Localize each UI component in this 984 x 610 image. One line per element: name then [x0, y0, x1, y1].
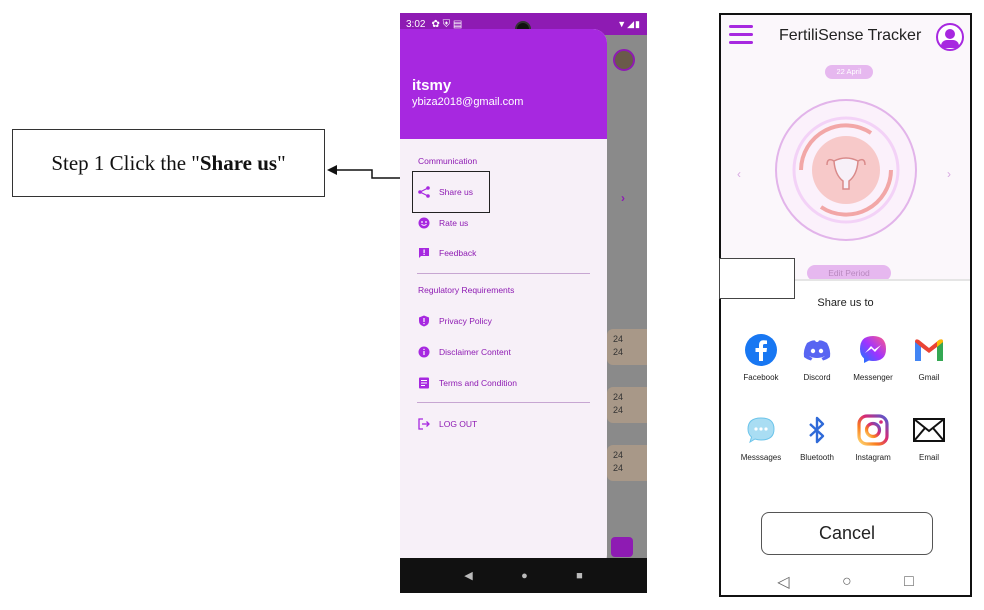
share-email[interactable]: Email — [901, 413, 957, 462]
user-email: ybiza2018@gmail.com — [412, 96, 524, 108]
menu-logout[interactable]: LOG OUT — [418, 418, 477, 430]
info-icon — [418, 346, 430, 358]
menu-privacy-policy[interactable]: Privacy Policy — [418, 315, 492, 327]
android-nav-bar: ◁ ○ □ — [721, 568, 970, 595]
bluetooth-icon — [800, 413, 834, 447]
callout-suffix: " — [277, 150, 286, 175]
home-icon[interactable]: ● — [521, 570, 528, 582]
phone-screen-drawer: › 24 24 24 24 24 24 3:02 ✿ ⛨ ▤ ▼◢▮ itsmy… — [400, 13, 647, 593]
share-label: Messsages — [740, 453, 782, 462]
cancel-button[interactable]: Cancel — [761, 512, 933, 555]
menu-label: Rate us — [439, 218, 469, 228]
share-sheet: Share us to Facebook Discord Messenger G… — [721, 279, 970, 595]
arrow-right-icon[interactable]: › — [947, 167, 951, 181]
instruction-callout: Step 1 Click the " Share us " — [12, 129, 325, 197]
menu-rate-us[interactable]: Rate us — [418, 217, 468, 229]
document-icon — [418, 377, 430, 389]
instagram-icon — [856, 413, 890, 447]
back-icon[interactable]: ◀ — [464, 569, 472, 582]
share-label: Email — [918, 453, 939, 462]
messages-icon — [744, 413, 778, 447]
share-label: Messenger — [853, 373, 893, 382]
home-icon[interactable]: ○ — [842, 573, 852, 591]
android-nav-bar: ◀ ● ■ — [400, 558, 647, 593]
share-instagram[interactable]: Instagram — [845, 413, 901, 462]
status-time: 3:02 — [406, 18, 426, 30]
app-title: FertiliSense Tracker — [779, 27, 922, 44]
gmail-icon — [912, 333, 946, 367]
menu-label: LOG OUT — [439, 419, 478, 429]
status-icons: ✿ ⛨ ▤ — [431, 18, 463, 30]
share-messages[interactable]: Messsages — [733, 413, 789, 462]
drawer-header: itsmy ybiza2018@gmail.com — [400, 29, 607, 139]
section-communication: Communication — [418, 156, 478, 166]
shield-icon — [418, 315, 430, 327]
share-label: Facebook — [743, 373, 779, 382]
menu-disclaimer[interactable]: Disclaimer Content — [418, 346, 511, 358]
share-label: Bluetooth — [800, 453, 834, 462]
menu-terms[interactable]: Terms and Condition — [418, 377, 517, 389]
profile-icon[interactable] — [936, 23, 964, 51]
smile-icon — [418, 217, 430, 229]
facebook-icon — [744, 333, 778, 367]
blank-box — [719, 258, 795, 299]
date-pill: 22 April — [825, 65, 873, 79]
share-gmail[interactable]: Gmail — [901, 333, 957, 382]
share-label: Instagram — [855, 453, 891, 462]
background-card: 24 24 — [607, 445, 647, 481]
share-discord[interactable]: Discord — [789, 333, 845, 382]
logout-icon — [418, 418, 430, 430]
menu-icon[interactable] — [729, 25, 753, 45]
recents-icon[interactable]: ■ — [576, 570, 583, 582]
phone-screen-share-sheet: FertiliSense Tracker 22 April ‹ › Edit P… — [719, 13, 972, 597]
app-header: FertiliSense Tracker — [721, 15, 970, 59]
share-label: Gmail — [918, 373, 940, 382]
menu-label: Feedback — [439, 248, 477, 258]
divider — [417, 402, 590, 403]
recents-icon[interactable]: □ — [904, 573, 914, 591]
background-card: 24 24 — [607, 329, 647, 365]
arrow-left-icon[interactable]: ‹ — [737, 167, 741, 181]
back-icon[interactable]: ◁ — [777, 572, 789, 592]
messenger-icon — [856, 333, 890, 367]
callout-bold: Share us — [199, 150, 278, 175]
share-messenger[interactable]: Messenger — [845, 333, 901, 382]
status-signal: ▼◢▮ — [617, 18, 641, 29]
avatar[interactable] — [613, 49, 635, 71]
share-bluetooth[interactable]: Bluetooth — [789, 413, 845, 462]
discord-icon — [800, 333, 834, 367]
background-card: 24 24 — [607, 387, 647, 423]
share-label: Discord — [803, 373, 831, 382]
section-regulatory: Regulatory Requirements — [418, 285, 515, 295]
menu-label: Privacy Policy — [439, 316, 492, 326]
divider — [417, 273, 590, 274]
callout-prefix: Step 1 Click the " — [51, 150, 200, 175]
menu-feedback[interactable]: Feedback — [418, 247, 476, 259]
menu-label: Terms and Condition — [439, 378, 517, 388]
feedback-icon — [418, 247, 430, 259]
email-icon — [912, 413, 946, 447]
robot-icon[interactable] — [611, 537, 633, 557]
highlight-box — [412, 171, 490, 213]
navigation-drawer: itsmy ybiza2018@gmail.com Communication … — [400, 29, 607, 569]
menu-label: Disclaimer Content — [439, 347, 511, 357]
cycle-ring — [771, 95, 921, 245]
share-facebook[interactable]: Facebook — [733, 333, 789, 382]
chevron-right-icon: › — [621, 191, 625, 205]
user-name: itsmy — [412, 77, 452, 94]
